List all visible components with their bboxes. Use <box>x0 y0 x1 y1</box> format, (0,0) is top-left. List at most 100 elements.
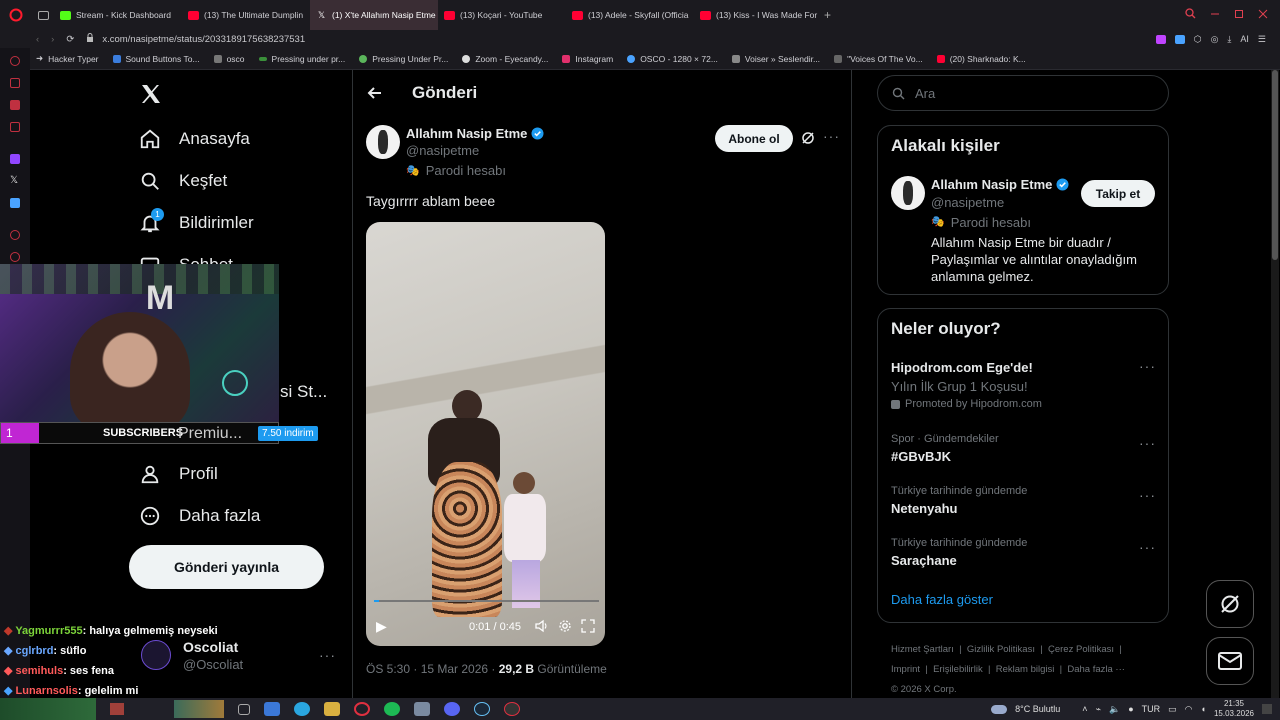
clock-icon[interactable] <box>10 252 20 262</box>
extensions-puzzle-icon[interactable]: ⬡ <box>1194 34 1202 45</box>
spotify-icon[interactable] <box>384 702 400 716</box>
nav-explore[interactable]: Keşfet <box>139 170 227 192</box>
taskbar-widget-thumbnail[interactable] <box>0 698 96 720</box>
snapshot-icon[interactable]: ◎ <box>1211 34 1219 45</box>
trend-more-icon[interactable]: ··· <box>1139 435 1156 451</box>
battery-icon[interactable]: ▭ <box>1168 704 1177 715</box>
mic-icon[interactable]: ● <box>1128 704 1133 714</box>
opera-gx-icon[interactable] <box>354 702 370 716</box>
bookmark-voices-of-the-void[interactable]: "Voices Of The Vo... <box>834 54 923 64</box>
nav-more[interactable]: Daha fazla <box>139 505 260 527</box>
footer-link[interactable]: Hizmet Şartları <box>891 644 954 655</box>
tray-chevron-icon[interactable]: ˄ <box>1082 704 1087 714</box>
language-indicator[interactable]: TUR <box>1142 704 1161 714</box>
bookmark-osco[interactable]: osco <box>213 54 245 64</box>
bookmark-pressing-under-2[interactable]: Pressing Under Pr... <box>359 54 448 64</box>
video-progress-track[interactable] <box>374 600 599 602</box>
edge-icon[interactable] <box>294 702 310 716</box>
footer-link[interactable]: Daha fazla ··· <box>1067 664 1125 675</box>
back-arrow-icon[interactable]: ‹ <box>36 34 39 45</box>
notification-center-icon[interactable] <box>1262 704 1272 714</box>
x-sidebar-icon[interactable]: 𝕏 <box>10 176 20 186</box>
settings-gear-icon[interactable] <box>558 619 572 638</box>
follow-button[interactable]: Takip et <box>1081 180 1155 207</box>
app-icon[interactable] <box>414 702 430 716</box>
trend-more-icon[interactable]: ··· <box>1139 539 1156 555</box>
post-button[interactable]: Gönderi yayınla <box>129 545 324 589</box>
play-icon[interactable]: ▶ <box>376 618 387 635</box>
opera-ai-icon[interactable] <box>10 56 20 66</box>
related-name-row[interactable]: Allahım Nasip Etme <box>931 177 1069 192</box>
volume-icon[interactable] <box>534 619 548 638</box>
footer-link[interactable]: Erişilebilirlik <box>933 664 983 675</box>
gx-corner-icon[interactable] <box>10 78 20 88</box>
network-icon[interactable]: ⌁ <box>1096 704 1101 715</box>
footer-link[interactable]: Çerez Politikası <box>1048 644 1114 655</box>
taskbar-landscape-thumb[interactable] <box>174 700 224 718</box>
discord-icon[interactable] <box>444 702 460 716</box>
trend-more-icon[interactable]: ··· <box>1139 358 1156 374</box>
bookmark-instagram[interactable]: Instagram <box>562 54 613 64</box>
nav-partial-label[interactable]: si St... <box>280 382 327 402</box>
bookmark-osco-1280[interactable]: OSCO - 1280 × 72... <box>627 54 718 64</box>
author-name-row[interactable]: Allahım Nasip Etme <box>406 126 544 141</box>
tab-youtube-dumpling[interactable]: (13) The Ultimate Dumplin <box>182 0 310 30</box>
minimize-icon[interactable] <box>1210 6 1220 24</box>
search-tabs-icon[interactable] <box>1185 6 1196 24</box>
tab-x-post[interactable]: 𝕏 (1) X'te Allahım Nasip Etme <box>310 0 438 30</box>
music-player-icon[interactable] <box>10 122 20 132</box>
account-menu-icon[interactable]: ··· <box>319 647 336 663</box>
url-input[interactable]: x.com/nasipetme/status/20331891756382375… <box>102 34 305 45</box>
trend-item[interactable]: Türkiye tarihinde gündemde Netenyahu ··· <box>891 485 1156 516</box>
bookmark-pressing-under[interactable]: Pressing under pr... <box>258 54 345 64</box>
history-icon[interactable] <box>10 230 20 240</box>
search-box[interactable]: Ara <box>877 75 1169 111</box>
bookmark-hacker-typer[interactable]: ➜ Hacker Typer <box>36 53 99 64</box>
trend-item[interactable]: Hipodrom.com Ege'de! Yılın İlk Grup 1 Ko… <box>891 358 1156 410</box>
bookmark-sound-buttons[interactable]: Sound Buttons To... <box>112 54 200 64</box>
page-scrollbar[interactable] <box>1271 70 1279 698</box>
workspaces-icon[interactable] <box>32 10 54 20</box>
file-explorer-icon[interactable] <box>264 702 280 716</box>
easy-setup-icon[interactable]: ☰ <box>1258 34 1266 45</box>
back-arrow-icon[interactable] <box>366 84 384 107</box>
fullscreen-icon[interactable] <box>581 619 595 638</box>
opera-logo-icon[interactable] <box>0 8 32 22</box>
nav-notifications[interactable]: 1 Bildirimler <box>139 208 254 234</box>
subscribe-button[interactable]: Abone ol <box>715 125 793 152</box>
nav-home[interactable]: Anasayfa <box>139 128 250 150</box>
post-timestamp[interactable]: ÖS 5:30 · 15 Mar 2026 · <box>366 662 499 676</box>
scrollbar-thumb[interactable] <box>1272 70 1278 260</box>
footer-link[interactable]: Gizlilik Politikası <box>967 644 1035 655</box>
footer-link[interactable]: Imprint <box>891 664 920 675</box>
trend-item[interactable]: Türkiye tarihinde gündemde Saraçhane ··· <box>891 537 1156 568</box>
steam-icon[interactable] <box>474 702 490 716</box>
extension-translate-icon[interactable] <box>1174 34 1185 44</box>
tab-youtube-kiss[interactable]: (13) Kiss - I Was Made For <box>694 0 822 30</box>
task-view-icon[interactable] <box>238 703 250 715</box>
author-handle[interactable]: @nasipetme <box>406 143 479 158</box>
twitch-icon[interactable] <box>10 154 20 164</box>
post-more-icon[interactable]: ··· <box>823 128 840 144</box>
close-window-icon[interactable] <box>1258 6 1268 24</box>
tab-kick-dashboard[interactable]: Stream - Kick Dashboard <box>54 0 182 30</box>
messenger-icon[interactable] <box>10 100 20 110</box>
obs-icon[interactable] <box>504 702 520 716</box>
folder-icon[interactable] <box>324 702 340 716</box>
footer-link[interactable]: Reklam bilgisi <box>996 664 1055 675</box>
translate-icon[interactable] <box>10 198 20 208</box>
weather-text[interactable]: 8°C Bulutlu <box>1015 704 1060 714</box>
tab-youtube-adele[interactable]: (13) Adele - Skyfall (Officia <box>566 0 694 30</box>
taskbar-app-thumb[interactable] <box>110 703 124 715</box>
bookmark-sharknado[interactable]: (20) Sharknado: K... <box>936 54 1026 64</box>
show-more-link[interactable]: Daha fazla göster <box>891 592 993 607</box>
speaker-icon[interactable]: 🔈 <box>1109 704 1120 715</box>
maximize-icon[interactable] <box>1234 6 1244 24</box>
grok-float-button[interactable] <box>1206 580 1254 628</box>
nav-premium-label[interactable]: Premiu... <box>178 425 242 443</box>
grok-icon[interactable] <box>801 131 815 150</box>
reload-icon[interactable]: ⟳ <box>66 34 74 45</box>
author-avatar[interactable] <box>366 125 400 159</box>
new-tab-plus-icon[interactable]: + <box>824 8 838 22</box>
clock[interactable]: 21:35 15.03.2026 <box>1214 699 1254 719</box>
